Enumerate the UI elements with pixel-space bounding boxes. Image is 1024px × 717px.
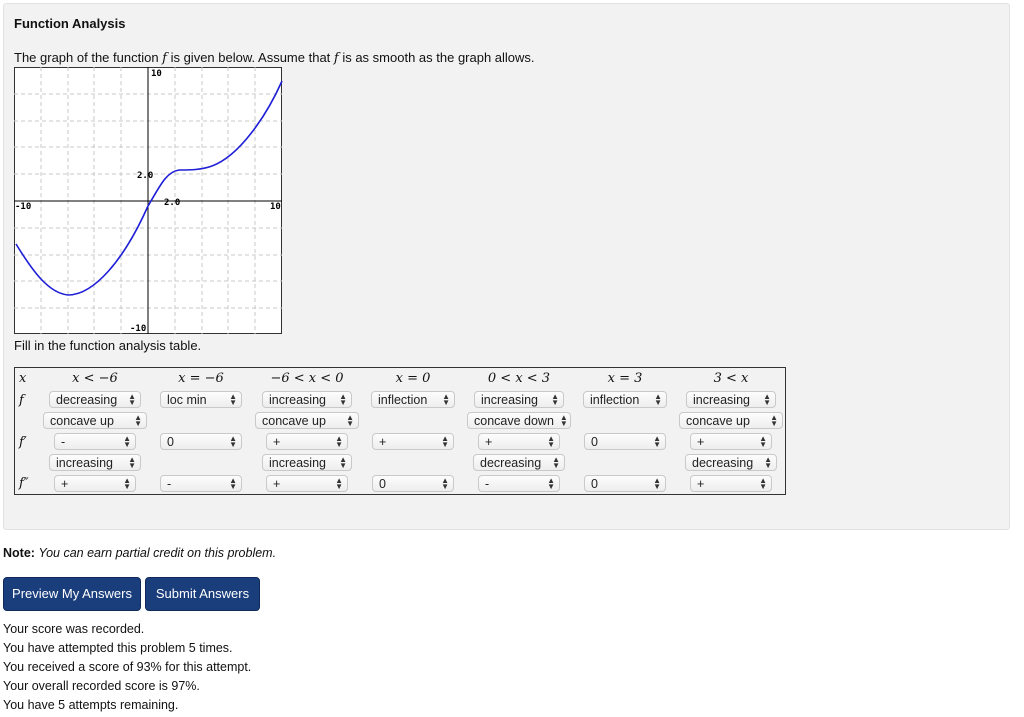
overall-score-message: Your overall recorded score is 97%. xyxy=(3,679,200,693)
f-point-select[interactable]: inflection ▲ ▼ xyxy=(371,391,455,408)
label-y-mid: 2.0 xyxy=(137,171,153,181)
partial-credit-note: Note: You can earn partial credit on thi… xyxy=(3,546,277,560)
f-prime-monotonic-select[interactable]: increasing ▲ ▼ xyxy=(262,454,352,471)
row-label-f-prime: f′ xyxy=(19,435,27,450)
select-arrows-icon: ▲ ▼ xyxy=(442,391,450,407)
preview-answers-button[interactable]: Preview My Answers xyxy=(3,577,141,611)
f-point-select[interactable]: inflection ▲ ▼ xyxy=(583,391,667,408)
select-arrows-icon: ▲ ▼ xyxy=(441,475,449,491)
select-arrows-icon: ▲ ▼ xyxy=(123,475,131,491)
f-prime-monotonic-select[interactable]: decreasing ▲ ▼ xyxy=(685,454,777,471)
score-recorded-message: Your score was recorded. xyxy=(3,622,145,636)
f-double-prime-sign-select[interactable]: 0 ▲ ▼ xyxy=(372,475,454,492)
row-label-f: f xyxy=(19,393,24,408)
label-y-bottom: -10 xyxy=(130,324,146,334)
row-label-f-double-prime: f″ xyxy=(19,476,29,491)
f-prime-row-2: increasing ▲ ▼ increasing ▲ ▼ decreasing ▲ ▼ d… xyxy=(15,452,786,473)
header-row: x x < −6 x = −6 −6 < x < 0 x = 0 0 < x <… xyxy=(15,368,786,390)
problem-intro: The graph of the function f is given bel… xyxy=(14,50,535,66)
select-arrows-icon: ▲ ▼ xyxy=(346,412,354,428)
select-arrows-icon: ▲ ▼ xyxy=(123,433,131,449)
f-double-prime-sign-select[interactable]: - ▲ ▼ xyxy=(478,475,560,492)
header-cell: x = 0 xyxy=(395,371,431,386)
select-arrows-icon: ▲ ▼ xyxy=(551,391,559,407)
f-prime-sign-select[interactable]: - ▲ ▼ xyxy=(54,433,136,450)
f-double-prime-sign-select[interactable]: + ▲ ▼ xyxy=(54,475,136,492)
f-double-prime-row: f″ + ▲ ▼ - ▲ ▼ + ▲ ▼ 0 ▲ ▼ - ▲ ▼ 0 ▲ ▼ + ▲ ▼ xyxy=(15,473,786,495)
select-arrows-icon: ▲ ▼ xyxy=(653,433,661,449)
select-arrows-icon: ▲ ▼ xyxy=(559,412,568,428)
select-arrows-icon: ▲ ▼ xyxy=(547,433,555,449)
select-arrows-icon: ▲ ▼ xyxy=(128,454,136,470)
f-concavity-select[interactable]: concave up ▲ ▼ xyxy=(255,412,359,429)
header-cell: x < −6 xyxy=(72,371,118,386)
select-arrows-icon: ▲ ▼ xyxy=(229,391,237,407)
select-arrows-icon: ▲ ▼ xyxy=(770,412,778,428)
attempt-score-message: You received a score of 93% for this att… xyxy=(3,660,252,674)
label-x-mid: 2.0 xyxy=(164,198,180,208)
select-arrows-icon: ▲ ▼ xyxy=(229,433,237,449)
select-arrows-icon: ▲ ▼ xyxy=(229,475,237,491)
f-prime-sign-select[interactable]: + ▲ ▼ xyxy=(266,433,348,450)
select-arrows-icon: ▲ ▼ xyxy=(335,433,343,449)
select-arrows-icon: ▲ ▼ xyxy=(441,433,449,449)
f-row-1: f decreasing ▲ ▼ loc min ▲ ▼ increasing ▲ ▼ in… xyxy=(15,389,786,410)
select-arrows-icon: ▲ ▼ xyxy=(335,475,343,491)
f-monotonic-select[interactable]: increasing ▲ ▼ xyxy=(474,391,564,408)
f-concavity-select[interactable]: concave up ▲ ▼ xyxy=(679,412,783,429)
submit-answers-button[interactable]: Submit Answers xyxy=(145,577,260,611)
f-prime-sign-select[interactable]: 0 ▲ ▼ xyxy=(584,433,666,450)
f-prime-sign-select[interactable]: + ▲ ▼ xyxy=(372,433,454,450)
select-arrows-icon: ▲ ▼ xyxy=(764,454,772,470)
f-prime-sign-select[interactable]: + ▲ ▼ xyxy=(478,433,560,450)
header-cell: −6 < x < 0 xyxy=(270,371,344,386)
f-concavity-select[interactable]: concave up ▲ ▼ xyxy=(43,412,147,429)
select-arrows-icon: ▲ ▼ xyxy=(547,475,555,491)
label-y-top: 10 xyxy=(151,69,162,79)
select-arrows-icon: ▲ ▼ xyxy=(653,475,661,491)
f-prime-monotonic-select[interactable]: decreasing ▲ ▼ xyxy=(473,454,565,471)
f-monotonic-select[interactable]: increasing ▲ ▼ xyxy=(262,391,352,408)
f-prime-sign-select[interactable]: + ▲ ▼ xyxy=(690,433,772,450)
select-arrows-icon: ▲ ▼ xyxy=(763,391,771,407)
label-x-right: 10 xyxy=(270,202,281,212)
label-x-left: -10 xyxy=(15,202,31,212)
f-row-2: concave up ▲ ▼ concave up ▲ ▼ concave down ▲ ▼… xyxy=(15,410,786,431)
select-arrows-icon: ▲ ▼ xyxy=(552,454,560,470)
header-cell: 3 < x xyxy=(713,371,749,386)
f-prime-sign-select[interactable]: 0 ▲ ▼ xyxy=(160,433,242,450)
problem-title: Function Analysis xyxy=(14,16,126,31)
f-double-prime-sign-select[interactable]: + ▲ ▼ xyxy=(690,475,772,492)
fill-instruction: Fill in the function analysis table. xyxy=(14,338,202,353)
f-monotonic-select[interactable]: increasing ▲ ▼ xyxy=(686,391,776,408)
attempts-count-message: You have attempted this problem 5 times. xyxy=(3,641,233,655)
attempts-remaining-message: You have 5 attempts remaining. xyxy=(3,698,179,712)
select-arrows-icon: ▲ ▼ xyxy=(759,475,767,491)
function-analysis-table: x x < −6 x = −6 −6 < x < 0 x = 0 0 < x <… xyxy=(14,367,786,495)
f-double-prime-sign-select[interactable]: 0 ▲ ▼ xyxy=(584,475,666,492)
row-label-x: x xyxy=(19,371,27,386)
header-cell: 0 < x < 3 xyxy=(487,371,551,386)
select-arrows-icon: ▲ ▼ xyxy=(128,391,136,407)
f-prime-monotonic-select[interactable]: increasing ▲ ▼ xyxy=(49,454,141,471)
header-cell: x = −6 xyxy=(178,371,224,386)
select-arrows-icon: ▲ ▼ xyxy=(654,391,662,407)
select-arrows-icon: ▲ ▼ xyxy=(759,433,767,449)
f-monotonic-select[interactable]: decreasing ▲ ▼ xyxy=(49,391,141,408)
f-double-prime-sign-select[interactable]: - ▲ ▼ xyxy=(160,475,242,492)
select-arrows-icon: ▲ ▼ xyxy=(134,412,142,428)
f-concavity-select[interactable]: concave down ▲ ▼ xyxy=(467,412,571,429)
f-double-prime-sign-select[interactable]: + ▲ ▼ xyxy=(266,475,348,492)
header-cell: x = 3 xyxy=(607,371,643,386)
select-arrows-icon: ▲ ▼ xyxy=(339,391,347,407)
f-point-select[interactable]: loc min ▲ ▼ xyxy=(160,391,242,408)
select-arrows-icon: ▲ ▼ xyxy=(339,454,347,470)
function-graph: 10 -10 -10 10 2.0 2.0 xyxy=(14,67,283,334)
f-prime-row-1: f′ - ▲ ▼ 0 ▲ ▼ + ▲ ▼ + ▲ ▼ + ▲ ▼ 0 ▲ ▼ + ▲ ▼ xyxy=(15,431,786,452)
